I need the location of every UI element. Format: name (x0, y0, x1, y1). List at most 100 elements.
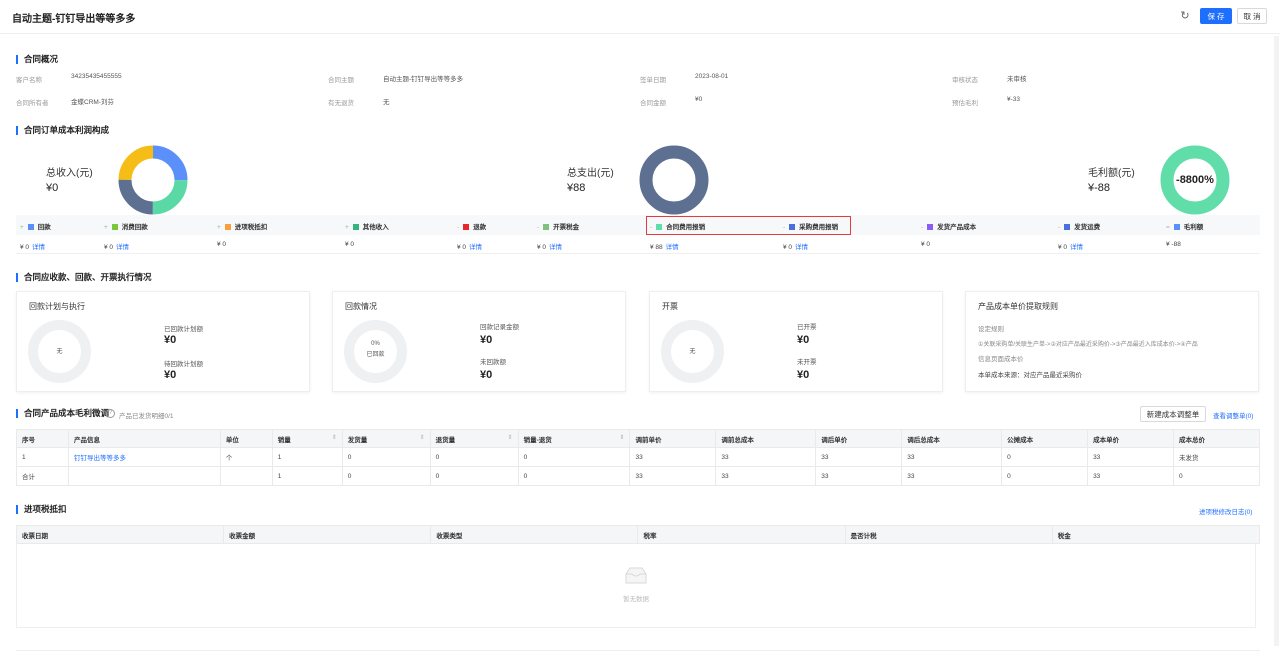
save-button[interactable]: 保 存 (1200, 8, 1232, 24)
field-value: 无 (383, 99, 390, 106)
table-cell: 33 (715, 466, 817, 486)
table-cell: 未发货 (1172, 447, 1261, 467)
detail-link[interactable]: 详情 (116, 244, 129, 251)
column-header: 是否计税 (844, 525, 1053, 544)
column-header: 序号 (16, 429, 69, 448)
table-cell: 33 (901, 466, 1003, 486)
table-cell: 0 (517, 466, 631, 486)
view-adjustment-link[interactable]: 查看调整单(0) (1213, 410, 1253, 420)
column-header-label: 调后单价 (821, 436, 848, 444)
legend-amount: ¥ -88 (1166, 241, 1181, 248)
legend-item: - 发货运费 (1058, 221, 1100, 231)
column-header: 单位 (219, 429, 273, 448)
column-header-label: 成本总价 (1178, 436, 1205, 444)
column-header: 收票金额 (223, 525, 432, 544)
legend-sign: - (537, 224, 540, 231)
stat-value: ¥0 (797, 369, 810, 381)
detail-link[interactable]: 详情 (1070, 244, 1083, 251)
legend-value: ¥ 0 (217, 241, 226, 248)
new-cost-adjustment-button[interactable]: 新建成本调整单 (1140, 406, 1206, 422)
income-label: 总收入(元) (46, 168, 93, 179)
rule-text: 信息页面成本价 (978, 356, 1024, 363)
payment-plan-card: 回款计划与执行 无 已回款计划额 ¥0 待回款计划额 ¥0 (16, 291, 310, 392)
sort-icon[interactable]: ⇕ (619, 434, 624, 441)
detail-link[interactable]: 详情 (666, 244, 679, 251)
detail-link[interactable]: 详情 (469, 244, 482, 251)
detail-link[interactable]: 详情 (549, 244, 562, 251)
table-row: 1 钉钉导出等等多多个 1 0 0 0 33 33 33 33 0 33 未发货 (16, 447, 1261, 467)
column-header-label: 调后总成本 (907, 436, 940, 444)
legend-label: 回款 (37, 224, 51, 231)
column-header-label: 销量-退货 (523, 436, 552, 444)
field-value: ¥0 (695, 96, 703, 103)
card-title: 产品成本单价提取规则 (978, 302, 1058, 311)
product-link[interactable]: 钉钉导出等等多多 (67, 447, 221, 467)
legend-label: 其他收入 (362, 224, 389, 231)
column-header: 销量-退货 ⇕ (517, 429, 631, 448)
table-cell: 1 (16, 447, 69, 467)
table-header-row: 收票日期 收票金额 收票类型 税率 是否计税 税金 (15, 525, 1261, 544)
expense-donut-segment (639, 145, 709, 215)
legend-value: ¥ 0 详情 (1058, 241, 1083, 251)
table-cell: 1 (271, 466, 343, 486)
column-header-label: 销量 (277, 436, 291, 444)
sort-icon[interactable]: ⇕ (508, 434, 513, 441)
detail-link[interactable]: 详情 (795, 244, 808, 251)
plan-donut: 无 (28, 320, 91, 383)
expense-donut-chart (639, 145, 709, 215)
legend-item: + 进项税抵扣 (217, 221, 267, 231)
empty-box-icon (625, 567, 647, 584)
field-label: 客户名称 (16, 77, 42, 84)
legend-sign: - (650, 224, 653, 231)
column-header-label: 调前总成本 (721, 436, 754, 444)
table-cell: 33 (815, 466, 903, 486)
card-title: 回款情况 (345, 302, 377, 311)
stat-value: ¥0 (480, 369, 493, 381)
table-cell: 0 (429, 466, 519, 486)
legend-swatch (927, 224, 934, 230)
table-cell: 合计 (16, 466, 69, 486)
sort-icon[interactable]: ⇕ (332, 434, 337, 441)
table-cell: 个 (219, 447, 273, 467)
cancel-button[interactable]: 取 消 (1237, 8, 1267, 24)
refresh-icon[interactable]: ↻ (1178, 9, 1192, 23)
execution-section-title: 合同应收款、回款、开票执行情况 (16, 273, 152, 282)
cost-rule-card: 产品成本单价提取规则 设定规则 ①关联采购单/关联生产单->②对应产品最近采购价… (965, 291, 1259, 392)
field-value: 自动主题-钉钉导出等等多多 (383, 76, 464, 83)
sort-icon[interactable]: ⇕ (420, 434, 425, 441)
help-icon[interactable]: ? (106, 409, 115, 418)
scrollbar-track[interactable] (1274, 36, 1279, 646)
legend-amount: ¥ 0 (921, 241, 931, 248)
tax-table: 收票日期 收票金额 收票类型 税率 是否计税 税金 (15, 525, 1261, 544)
legend-sign: + (217, 224, 221, 231)
profit-label: 毛利额(元) (1088, 168, 1135, 179)
legend-value: ¥ 0 详情 (20, 241, 45, 251)
card-title: 回款计划与执行 (29, 302, 85, 311)
rule-source: 本单成本来源：对应产品最近采购价 (978, 372, 1082, 379)
legend-sign: - (457, 224, 460, 231)
legend-amount: ¥ 0 (1058, 244, 1068, 251)
legend-amount: ¥ 0 (537, 244, 547, 251)
stat-value: ¥0 (797, 334, 810, 346)
legend-amount: ¥ 0 (457, 244, 467, 251)
legend-value: ¥ 0 详情 (104, 241, 129, 251)
detail-link[interactable]: 详情 (32, 244, 45, 251)
table-cell: 0 (1001, 447, 1089, 467)
column-header: 销量 ⇕ (271, 429, 343, 448)
legend-sign: + (104, 224, 108, 231)
products-subtitle: 产品已发货明细0/1 (119, 413, 174, 420)
column-header: 调前单价 (629, 429, 717, 448)
column-header: 成本总价 (1172, 429, 1261, 448)
legend-amount: ¥ 88 (650, 244, 663, 251)
column-header: 成本单价 (1087, 429, 1174, 448)
tax-log-link[interactable]: 进项税修改日志(0) (1199, 506, 1252, 516)
column-header: 收票日期 (15, 525, 225, 544)
legend-swatch (789, 224, 796, 230)
legend-value: ¥ 0 (921, 241, 930, 248)
donut-label: 已回款 (366, 352, 385, 358)
field-label: 审核状态 (952, 77, 978, 84)
expense-value: ¥88 (567, 182, 586, 194)
invoice-donut: 无 (661, 320, 724, 383)
rule-heading: 设定规则 (978, 326, 1004, 333)
column-header-label: 公摊成本 (1007, 436, 1034, 444)
